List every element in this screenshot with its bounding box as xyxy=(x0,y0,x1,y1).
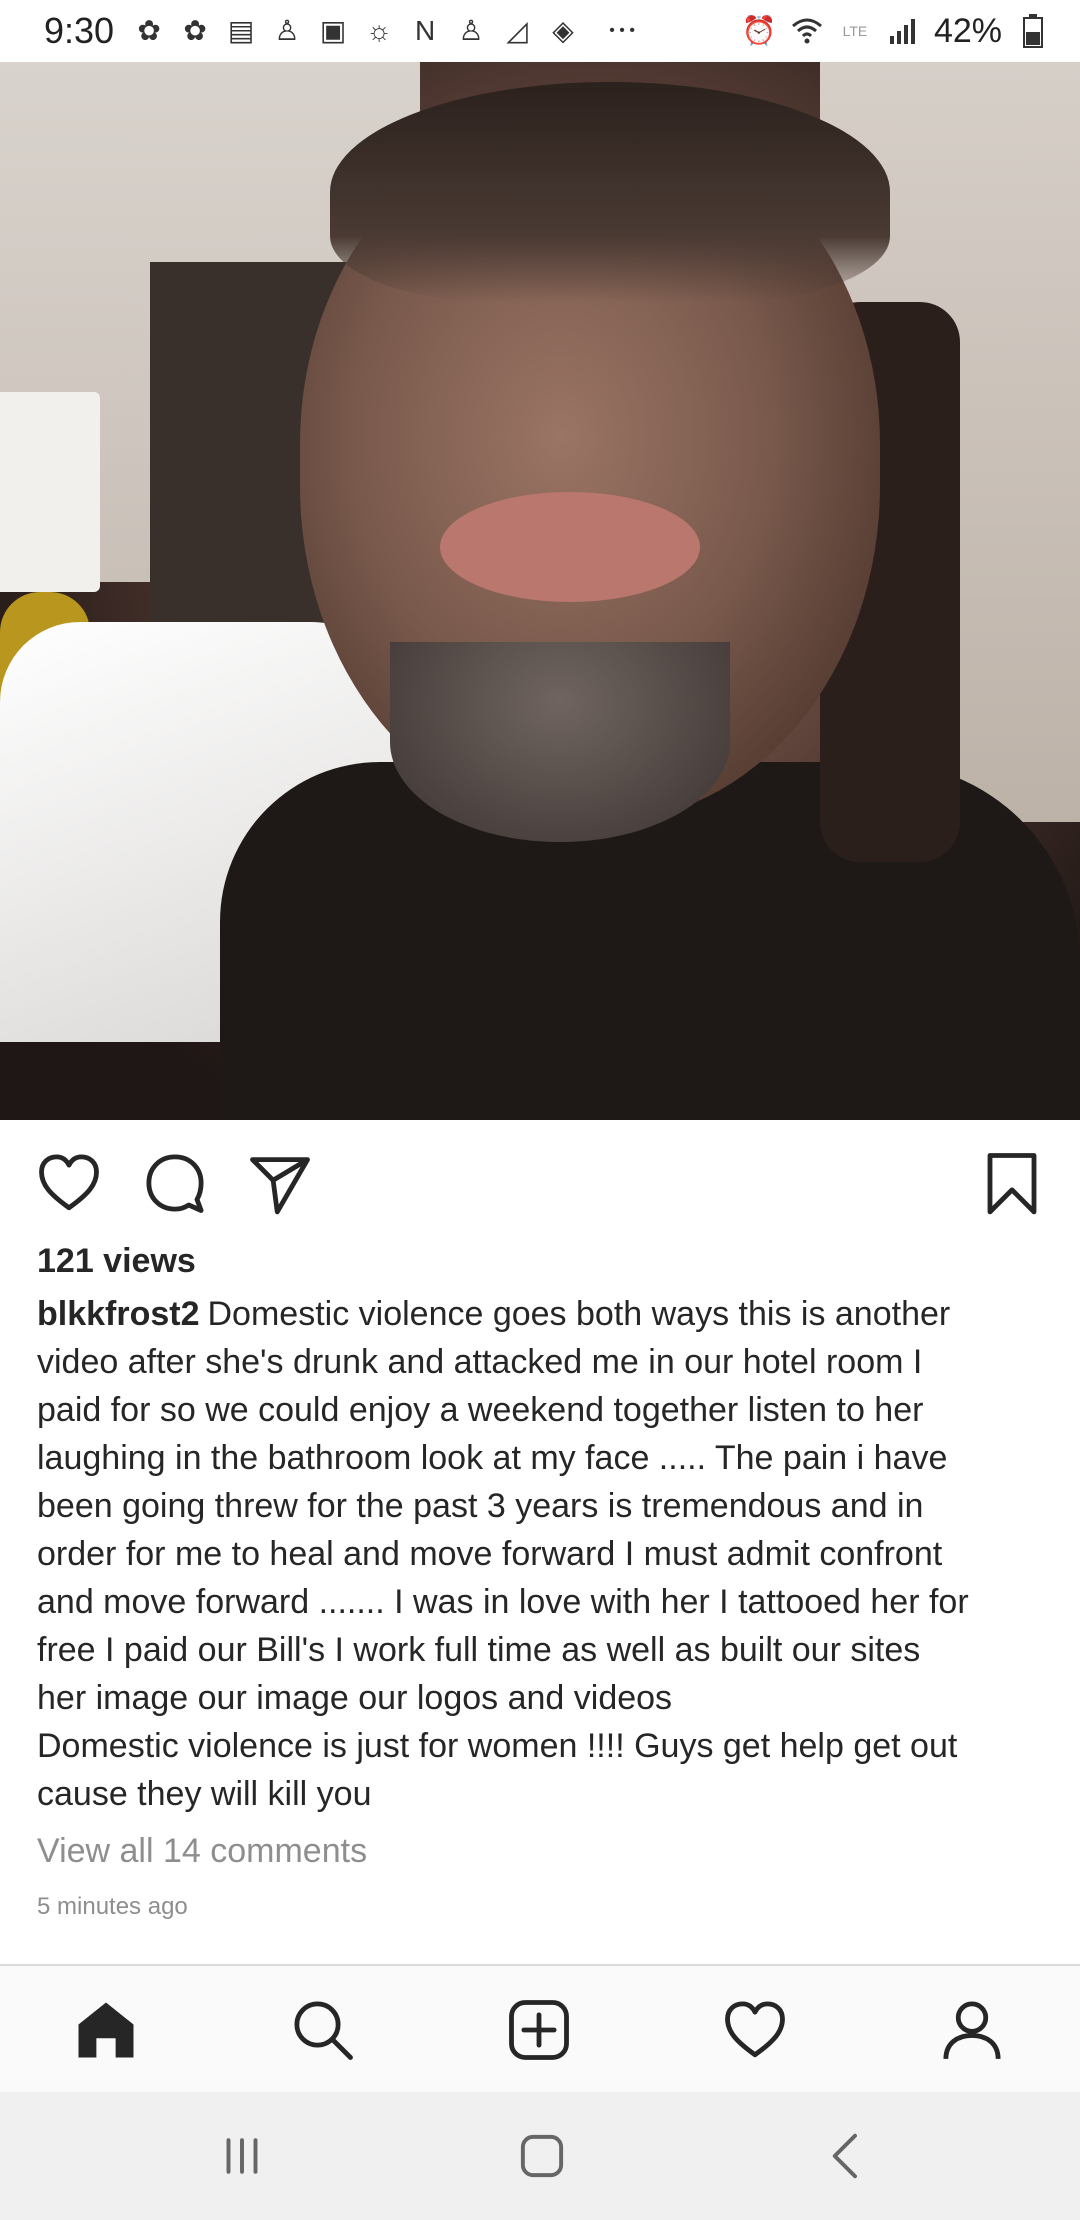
alarm-icon: ⏰ xyxy=(741,15,777,46)
photo-lamp xyxy=(0,392,100,592)
post-image[interactable] xyxy=(0,62,1080,1120)
like-button[interactable] xyxy=(32,1146,106,1220)
notification-icons: ✿ ✿ ▤ ♙ ▣ ☼ N ♙ ◿ ◈ • • • xyxy=(132,14,742,48)
lte-icon: LTE xyxy=(842,23,868,39)
bookmark-icon xyxy=(987,1153,1037,1215)
tab-home[interactable] xyxy=(68,1992,144,2068)
netflix-icon: N xyxy=(414,15,436,46)
app-icon: ✿ xyxy=(137,15,161,46)
bottom-tab-bar xyxy=(0,1964,1080,2094)
caption-line: laughing in the bathroom look at my face… xyxy=(37,1439,948,1477)
back-chevron-icon xyxy=(832,2133,857,2179)
wifi-icon xyxy=(790,14,824,48)
chart-icon: ◿ xyxy=(506,15,528,46)
caption-line: Domestic violence is just for women !!!!… xyxy=(37,1727,958,1765)
caption-line: cause they will kill you xyxy=(37,1775,372,1813)
tag-icon: ◈ xyxy=(552,15,574,46)
comment-button[interactable] xyxy=(138,1146,212,1220)
status-bar: 9:30 ✿ ✿ ▤ ♙ ▣ ☼ N ♙ ◿ ◈ • • • ⏰ LTE 42% xyxy=(0,0,1080,62)
send-icon xyxy=(250,1157,310,1215)
heart-icon xyxy=(39,1154,99,1211)
profile-icon xyxy=(943,2001,1001,2060)
alert-icon: ♙ xyxy=(274,15,300,46)
tab-search[interactable] xyxy=(285,1992,361,2068)
caption-line: video after she's drunk and attacked me … xyxy=(37,1343,923,1381)
tab-new-post[interactable] xyxy=(501,1992,577,2068)
battery-percent: 42% xyxy=(933,11,1002,50)
tab-activity[interactable] xyxy=(717,1992,793,2068)
adp-icon: ▣ xyxy=(319,15,347,46)
view-count[interactable]: 121 views xyxy=(37,1242,196,1281)
battery-icon xyxy=(1016,14,1050,48)
recent-apps-icon xyxy=(226,2138,258,2174)
post-actions xyxy=(0,1120,1080,1242)
home-nav-button[interactable] xyxy=(512,2126,572,2186)
photo-swollen-lip xyxy=(440,492,700,602)
signal-icon xyxy=(886,14,920,48)
save-button[interactable] xyxy=(975,1146,1049,1220)
post-caption: blkkfrost2 Domestic violence goes both wa… xyxy=(37,1290,1047,1818)
home-square-icon xyxy=(520,2134,564,2178)
activity-heart-icon xyxy=(725,2001,785,2058)
back-button[interactable] xyxy=(816,2126,876,2186)
caption-line: her image our image our logos and videos xyxy=(37,1679,673,1717)
recent-apps-button[interactable] xyxy=(212,2126,272,2186)
caption-line: and move forward ....... I was in love w… xyxy=(37,1583,969,1621)
photo-hair-top xyxy=(330,82,890,302)
tab-profile[interactable] xyxy=(934,1992,1010,2068)
comment-icon xyxy=(146,1154,204,1213)
alert-icon: ♙ xyxy=(458,15,484,46)
add-post-icon xyxy=(509,2000,569,2060)
news-icon: ▤ xyxy=(227,15,255,46)
share-button[interactable] xyxy=(243,1146,317,1220)
caption-line: free I paid our Bill's I work full time … xyxy=(37,1631,921,1669)
app-icon: ✿ xyxy=(183,15,207,46)
caption-line: order for me to heal and move forward I … xyxy=(37,1535,943,1573)
caption-username[interactable]: blkkfrost2 xyxy=(37,1295,200,1333)
system-navigation-bar xyxy=(0,2092,1080,2220)
caption-line: been going threw for the past 3 years is… xyxy=(37,1487,924,1525)
home-icon xyxy=(78,2002,134,2058)
more-icon: • • • xyxy=(609,22,635,39)
weather-icon: ☼ xyxy=(366,15,392,46)
caption-line: paid for so we could enjoy a weekend tog… xyxy=(37,1391,924,1429)
post-timestamp: 5 minutes ago xyxy=(37,1893,188,1920)
caption-line: Domestic violence goes both ways this is… xyxy=(207,1295,951,1333)
view-comments-link[interactable]: View all 14 comments xyxy=(37,1832,367,1871)
search-icon xyxy=(294,2001,353,2060)
status-time: 9:30 xyxy=(44,10,115,51)
photo-beard xyxy=(390,642,730,842)
